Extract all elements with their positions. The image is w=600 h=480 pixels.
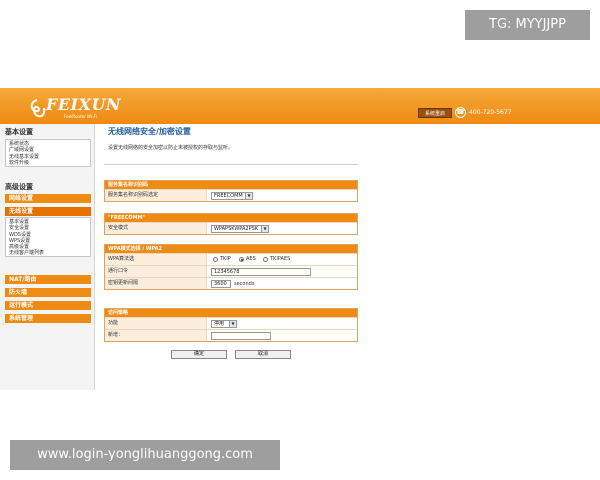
security-mode-row: 安全模式 WPAPSKWPA2PSK ▼ bbox=[105, 222, 357, 234]
security-mode-panel: "FREECOMM" 安全模式 WPAPSKWPA2PSK ▼ bbox=[104, 213, 358, 235]
divider bbox=[104, 164, 358, 165]
page-title: 无线网络安全/加密设置 bbox=[108, 127, 191, 136]
policy-row: 功能 停用 ▼ bbox=[105, 317, 357, 329]
sidebar-item-client-list[interactable]: 无线客户端列表 bbox=[6, 250, 90, 256]
ssid-panel-header: 服务集名称识别码 bbox=[105, 181, 357, 189]
watermark-top: TG: MYYJJPP bbox=[465, 10, 590, 40]
brand-name: FEIXUN bbox=[46, 95, 122, 114]
wpa-panel-header: WPA模式选择 / WPA2 bbox=[105, 245, 357, 253]
policy-label: 功能 bbox=[105, 318, 207, 329]
advanced-settings-title: 高级设置 bbox=[5, 183, 33, 191]
chevron-down-icon: ▼ bbox=[261, 226, 268, 232]
add-mac-input[interactable] bbox=[211, 332, 271, 340]
key-interval-unit: seconds bbox=[234, 281, 255, 287]
menu-nat-routing[interactable]: NAT/路由 bbox=[5, 275, 91, 284]
menu-system-admin[interactable]: 系统管理 bbox=[5, 314, 91, 323]
radio-tkip-label: TKIP bbox=[220, 256, 231, 262]
wpa-key-row: 通行口令 12345678 bbox=[105, 265, 357, 277]
menu-network[interactable]: 网络设置 bbox=[5, 194, 91, 203]
page-description: 设置无线网络的安全加密以防止未被授权的存取与监听。 bbox=[108, 145, 234, 151]
main-content: 无线网络安全/加密设置 设置无线网络的安全加密以防止未被授权的存取与监听。 服务… bbox=[100, 124, 358, 390]
router-admin-window: FEIXUN FeelRouter Wi-Fi 系统重启 ☎ 400-720-5… bbox=[0, 88, 600, 390]
brand-logo: FEIXUN FeelRouter Wi-Fi bbox=[14, 92, 121, 120]
access-policy-panel: 访问策略 功能 停用 ▼ 新增： bbox=[104, 308, 358, 342]
basic-settings-list: 系统状态 广域网设置 无线基本设置 软件升级 bbox=[5, 139, 91, 167]
security-mode-panel-header: "FREECOMM" bbox=[105, 214, 357, 222]
key-interval-row: 密钥更新间隔 3600 seconds bbox=[105, 277, 357, 289]
wpa-cipher-label: WPA算法选 bbox=[105, 254, 207, 265]
policy-select-value: 停用 bbox=[214, 321, 225, 327]
ssid-select-value: FREECOMM bbox=[214, 193, 243, 199]
wpa-panel: WPA模式选择 / WPA2 WPA算法选 TKIP AES TKIPAES 通… bbox=[104, 244, 358, 290]
support-phone: 400-720-5677 bbox=[469, 109, 512, 116]
ssid-row: 服务集名称识别码选定 FREECOMM ▼ bbox=[105, 189, 357, 201]
radio-tkipaes-label: TKIPAES bbox=[270, 256, 291, 262]
chevron-down-icon: ▼ bbox=[245, 193, 252, 199]
access-policy-panel-header: 访问策略 bbox=[105, 309, 357, 317]
brand-subtitle: FeelRouter Wi-Fi bbox=[64, 114, 97, 119]
key-interval-input[interactable]: 3600 bbox=[211, 280, 231, 288]
chevron-down-icon: ▼ bbox=[229, 321, 236, 327]
policy-select[interactable]: 停用 ▼ bbox=[211, 320, 237, 328]
ssid-select[interactable]: FREECOMM ▼ bbox=[211, 192, 253, 200]
radio-tkipaes[interactable] bbox=[263, 257, 268, 262]
system-reboot-button[interactable]: 系统重启 bbox=[418, 108, 452, 118]
ssid-panel: 服务集名称识别码 服务集名称识别码选定 FREECOMM ▼ bbox=[104, 180, 358, 202]
logo-swirl-icon bbox=[30, 99, 46, 118]
watermark-bottom: www.login-yonglihuanggong.com bbox=[10, 440, 280, 470]
security-mode-label: 安全模式 bbox=[105, 223, 207, 234]
menu-firewall[interactable]: 防火墙 bbox=[5, 288, 91, 297]
menu-wireless[interactable]: 无线设置 bbox=[5, 207, 91, 216]
wireless-submenu: 基本设置 安全设置 WDS设置 WPS设置 高级设置 无线客户端列表 bbox=[5, 217, 91, 257]
add-row: 新增： bbox=[105, 329, 357, 341]
menu-operation-mode[interactable]: 运行模式 bbox=[5, 301, 91, 310]
radio-aes[interactable] bbox=[239, 257, 244, 262]
security-mode-value: WPAPSKWPA2PSK bbox=[214, 226, 259, 232]
wpa-key-label: 通行口令 bbox=[105, 266, 207, 277]
wpa-key-input[interactable]: 12345678 bbox=[211, 268, 311, 276]
phone-icon: ☎ bbox=[455, 107, 466, 118]
cancel-button[interactable]: 取消 bbox=[235, 350, 291, 359]
key-interval-label: 密钥更新间隔 bbox=[105, 278, 207, 289]
radio-aes-label: AES bbox=[246, 256, 256, 262]
basic-settings-title: 基本设置 bbox=[5, 128, 33, 136]
sidebar: 基本设置 系统状态 广域网设置 无线基本设置 软件升级 高级设置 网络设置 无线… bbox=[0, 124, 95, 390]
radio-tkip[interactable] bbox=[213, 257, 218, 262]
wpa-cipher-row: WPA算法选 TKIP AES TKIPAES bbox=[105, 253, 357, 265]
ok-button[interactable]: 确定 bbox=[171, 350, 227, 359]
security-mode-select[interactable]: WPAPSKWPA2PSK ▼ bbox=[211, 225, 269, 233]
add-label: 新增： bbox=[105, 330, 207, 341]
header-bar: FEIXUN FeelRouter Wi-Fi 系统重启 ☎ 400-720-5… bbox=[0, 88, 600, 124]
sidebar-item-upgrade[interactable]: 软件升级 bbox=[6, 160, 90, 166]
ssid-label: 服务集名称识别码选定 bbox=[105, 190, 207, 201]
